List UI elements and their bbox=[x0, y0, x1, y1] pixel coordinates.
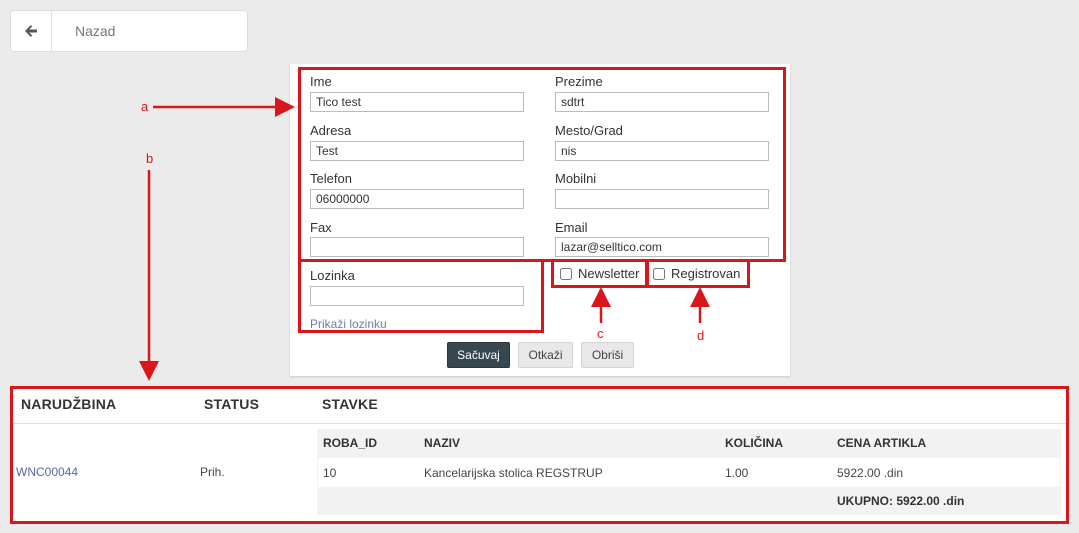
annotation-label-c: c bbox=[597, 326, 604, 341]
annotation-arrows bbox=[139, 97, 710, 381]
annotation-label-d: d bbox=[697, 328, 705, 343]
annotation-label-b: b bbox=[146, 151, 154, 166]
annotation-label-a: a bbox=[141, 99, 149, 114]
